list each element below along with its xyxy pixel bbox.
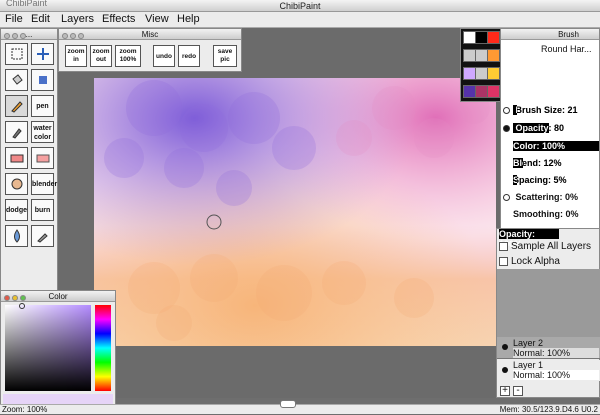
blur-tool[interactable] (5, 225, 28, 247)
select-rect-icon (11, 48, 23, 60)
window-title: ChibiPaint (279, 1, 321, 11)
blend-label: Blend: 12% (513, 158, 562, 168)
sample-all-layers-option[interactable]: Sample All Layers (499, 241, 591, 253)
resize-handle[interactable] (280, 400, 296, 408)
layer-mode: Normal: 100% (513, 348, 599, 358)
rotate-tool[interactable] (31, 69, 54, 91)
blend-row[interactable]: Blend: 12% (501, 156, 600, 170)
menu-bar: File Edit Layers Effects View Help (0, 12, 600, 28)
color-panel: Color (0, 290, 116, 408)
redo-button[interactable]: redo (178, 45, 200, 67)
brush-preset-select[interactable]: Round Har... (501, 42, 600, 56)
picker-cursor[interactable] (19, 303, 25, 309)
layers-list-blank (497, 269, 600, 337)
menu-edit[interactable]: Edit (31, 13, 50, 25)
zoom-100-button[interactable]: zoom 100% (115, 45, 141, 67)
pen-tool[interactable]: pen (31, 95, 54, 117)
layer-opacity-slider[interactable]: Opacity: 100% (499, 229, 559, 249)
hue-slider[interactable] (95, 305, 111, 391)
pencil-tool[interactable] (5, 95, 28, 117)
layer-name: Layer 1 (513, 360, 544, 370)
eraser-icon (10, 154, 24, 163)
smudge-tool[interactable] (5, 173, 28, 195)
saturation-value-picker[interactable] (5, 303, 91, 391)
sample-all-layers-checkbox[interactable] (499, 241, 508, 251)
scattering-row[interactable]: Scattering: 0% (501, 190, 600, 204)
menu-effects[interactable]: Effects (102, 13, 135, 25)
zoom-in-button[interactable]: zoom in (65, 45, 87, 67)
blur-drop-icon (14, 229, 20, 243)
zoom-out-button[interactable]: zoom out (90, 45, 112, 67)
visibility-eye-icon[interactable] (502, 344, 508, 350)
menu-view[interactable]: View (145, 13, 169, 25)
color-panel-titlebar: Color (1, 291, 115, 302)
airbrush-tool[interactable] (5, 121, 28, 143)
add-layer-button[interactable]: + (500, 386, 510, 396)
layer-mode: Normal: 100% (513, 370, 599, 380)
move-icon (37, 48, 49, 60)
eyedropper-icon (37, 233, 48, 243)
layer-name: Layer 2 (513, 338, 544, 348)
opacity-row[interactable]: Opacity: 80 (501, 121, 600, 135)
brush-panel: Brush Round Har... Brush Size: 21 Opacit… (500, 28, 600, 238)
canvas-painting[interactable] (94, 78, 496, 346)
layers-panel: Opacity: 100% Sample All Layers Lock Alp… (496, 228, 600, 398)
menu-help[interactable]: Help (177, 13, 200, 25)
flood-fill-icon (12, 74, 23, 85)
eyedropper-tool[interactable] (31, 225, 54, 247)
smoothing-row[interactable]: Smoothing: 0% (501, 207, 600, 221)
pencil-icon (11, 101, 23, 113)
eraser-tool[interactable] (5, 147, 28, 169)
airbrush-icon (12, 128, 22, 139)
drawing-canvas[interactable] (94, 78, 496, 346)
brush-size-radio[interactable] (503, 107, 510, 115)
ghost-title: ChibiPaint (6, 0, 48, 8)
blender-tool[interactable]: blender (31, 173, 57, 195)
soft-eraser-icon (36, 154, 50, 163)
soft-eraser-tool[interactable] (31, 147, 54, 169)
scattering-label: Scattering: 0% (515, 192, 579, 202)
opacity-radio[interactable] (503, 125, 510, 133)
misc-panel-titlebar: Misc (59, 29, 241, 40)
save-pic-button[interactable]: save pic (213, 45, 237, 67)
burn-tool[interactable]: burn (31, 199, 54, 221)
smoothing-label: Smoothing: 0% (513, 209, 579, 219)
dodge-tool[interactable]: dodge (5, 199, 28, 221)
opacity-label: Opacity: 80 (515, 123, 565, 133)
smudge-icon (11, 178, 23, 190)
menu-layers[interactable]: Layers (61, 13, 94, 25)
spacing-row[interactable]: Spacing: 5% (501, 173, 600, 187)
menu-file[interactable]: File (5, 13, 23, 25)
undo-button[interactable]: undo (153, 45, 175, 67)
brush-panel-titlebar: Brush (501, 29, 599, 40)
move-tool[interactable] (31, 43, 54, 65)
layer-item[interactable]: Layer 1 Normal: 100% (497, 360, 600, 381)
lock-alpha-option[interactable]: Lock Alpha (499, 256, 560, 268)
rotate-icon (39, 76, 47, 84)
status-bar: Zoom: 100% Mem: 30.5/123.9.D4.6 U0.2 (0, 400, 600, 414)
window-titlebar: ChibiPaint ChibiPaint (0, 0, 600, 12)
remove-layer-button[interactable]: - (513, 386, 523, 396)
flood-fill-tool[interactable] (5, 69, 28, 91)
visibility-eye-icon[interactable] (502, 367, 508, 373)
spacing-label: Spacing: 5% (513, 175, 567, 185)
watercolor-tool[interactable]: water color (31, 121, 54, 143)
select-tool[interactable] (5, 43, 28, 65)
tools-panel-titlebar: ... (1, 29, 57, 40)
misc-panel: Misc zoom in zoom out zoom 100% undo red… (58, 28, 242, 72)
brush-size-label: Brush Size: 21 (515, 105, 578, 115)
color-label: Color: 100% (513, 141, 566, 151)
lock-alpha-checkbox[interactable] (499, 256, 508, 266)
color-row[interactable]: Color: 100% (501, 139, 600, 153)
scattering-radio[interactable] (503, 194, 510, 202)
layer-item[interactable]: Layer 2 Normal: 100% (497, 337, 600, 359)
brush-size-row[interactable]: Brush Size: 21 (501, 103, 600, 117)
